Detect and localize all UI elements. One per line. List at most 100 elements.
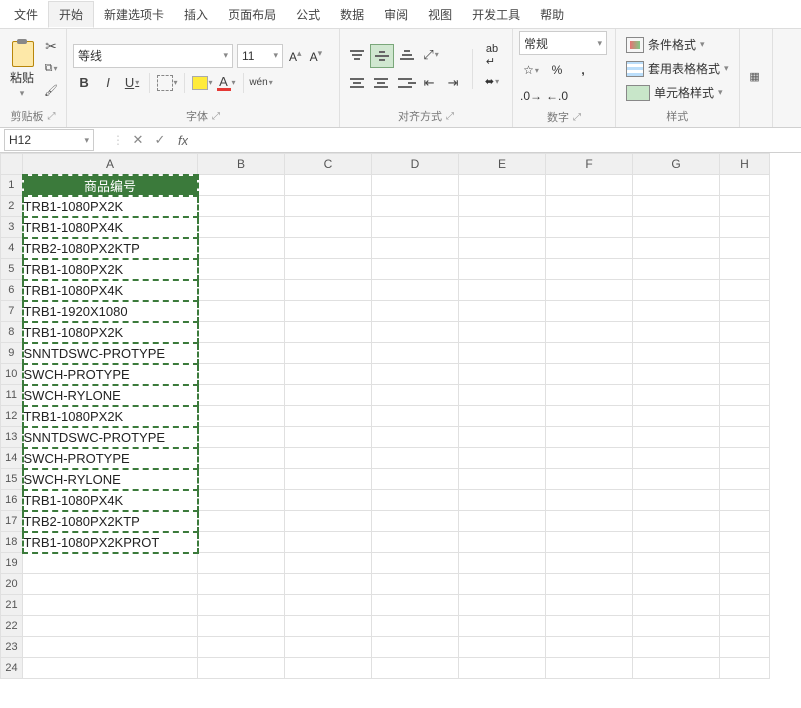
row-header-21[interactable]: 21 — [1, 595, 23, 616]
number-dialog-launcher[interactable]: ⤢ — [573, 112, 581, 123]
orientation-button[interactable]: ⤢▾ — [420, 44, 442, 66]
cell-F5[interactable] — [546, 259, 633, 280]
align-left-button[interactable] — [346, 72, 368, 94]
percent-button[interactable]: % — [545, 59, 569, 81]
cell-A12[interactable]: TRB1-1080PX2K — [23, 406, 198, 427]
cell-B6[interactable] — [198, 280, 285, 301]
cell-F2[interactable] — [546, 196, 633, 217]
border-button[interactable]: ▾ — [156, 72, 178, 94]
cell-A14[interactable]: SWCH-PROTYPE — [23, 448, 198, 469]
cell-E18[interactable] — [459, 532, 546, 553]
cell-B2[interactable] — [198, 196, 285, 217]
cell-C22[interactable] — [285, 616, 372, 637]
align-dialog-launcher[interactable]: ⤢ — [446, 111, 454, 122]
cell-B13[interactable] — [198, 427, 285, 448]
italic-button[interactable]: I — [97, 72, 119, 94]
row-header-9[interactable]: 9 — [1, 343, 23, 364]
cell-A23[interactable] — [23, 637, 198, 658]
cell-F19[interactable] — [546, 553, 633, 574]
cell-G15[interactable] — [633, 469, 720, 490]
cell-F10[interactable] — [546, 364, 633, 385]
cell-D5[interactable] — [372, 259, 459, 280]
row-header-16[interactable]: 16 — [1, 490, 23, 511]
number-format-select[interactable]: 常规▾ — [519, 31, 607, 55]
align-bottom-button[interactable] — [396, 44, 418, 66]
cell-B20[interactable] — [198, 574, 285, 595]
formula-input[interactable] — [188, 130, 801, 150]
cell-H14[interactable] — [720, 448, 770, 469]
cell-C7[interactable] — [285, 301, 372, 322]
cell-E20[interactable] — [459, 574, 546, 595]
cell-H22[interactable] — [720, 616, 770, 637]
copy-button[interactable]: ⧉▾ — [42, 60, 60, 78]
table-format-button[interactable]: 套用表格格式▾ — [622, 58, 733, 80]
tab-insert[interactable]: 插入 — [174, 2, 218, 27]
cell-B23[interactable] — [198, 637, 285, 658]
cell-G18[interactable] — [633, 532, 720, 553]
row-header-23[interactable]: 23 — [1, 637, 23, 658]
decrease-indent-button[interactable]: ⇤ — [418, 72, 440, 94]
row-header-20[interactable]: 20 — [1, 574, 23, 595]
cell-F15[interactable] — [546, 469, 633, 490]
cell-D10[interactable] — [372, 364, 459, 385]
cell-D19[interactable] — [372, 553, 459, 574]
fill-color-button[interactable]: ▾ — [191, 72, 213, 94]
decrease-decimal-button[interactable]: ←.0 — [545, 85, 569, 107]
cell-D8[interactable] — [372, 322, 459, 343]
cell-H3[interactable] — [720, 217, 770, 238]
cell-C19[interactable] — [285, 553, 372, 574]
tab-home[interactable]: 开始 — [48, 1, 94, 28]
align-right-button[interactable] — [394, 72, 416, 94]
cell-A7[interactable]: TRB1-1920X1080 — [23, 301, 198, 322]
cell-D2[interactable] — [372, 196, 459, 217]
col-header-F[interactable]: F — [546, 154, 633, 175]
font-size-select[interactable]: 11▾ — [237, 44, 283, 68]
format-painter-button[interactable]: 🖌 — [42, 82, 60, 100]
cell-E13[interactable] — [459, 427, 546, 448]
cell-F23[interactable] — [546, 637, 633, 658]
cell-G13[interactable] — [633, 427, 720, 448]
merge-button[interactable]: ⬌▾ — [481, 71, 503, 93]
cell-C24[interactable] — [285, 658, 372, 679]
cell-G21[interactable] — [633, 595, 720, 616]
cell-H4[interactable] — [720, 238, 770, 259]
cell-H17[interactable] — [720, 511, 770, 532]
cell-E21[interactable] — [459, 595, 546, 616]
cell-B19[interactable] — [198, 553, 285, 574]
row-header-19[interactable]: 19 — [1, 553, 23, 574]
tab-layout[interactable]: 页面布局 — [218, 2, 286, 27]
cell-A10[interactable]: SWCH-PROTYPE — [23, 364, 198, 385]
cell-D6[interactable] — [372, 280, 459, 301]
cell-E24[interactable] — [459, 658, 546, 679]
cell-C9[interactable] — [285, 343, 372, 364]
cell-F11[interactable] — [546, 385, 633, 406]
increase-decimal-button[interactable]: .0→ — [519, 85, 543, 107]
select-all-corner[interactable] — [1, 154, 23, 175]
cell-E6[interactable] — [459, 280, 546, 301]
cell-G16[interactable] — [633, 490, 720, 511]
cell-G2[interactable] — [633, 196, 720, 217]
cell-C14[interactable] — [285, 448, 372, 469]
cell-D1[interactable] — [372, 175, 459, 196]
cell-D15[interactable] — [372, 469, 459, 490]
row-header-7[interactable]: 7 — [1, 301, 23, 322]
cell-C2[interactable] — [285, 196, 372, 217]
col-header-C[interactable]: C — [285, 154, 372, 175]
cell-C11[interactable] — [285, 385, 372, 406]
cell-A24[interactable] — [23, 658, 198, 679]
cell-D22[interactable] — [372, 616, 459, 637]
cell-A9[interactable]: SNNTDSWC-PROTYPE — [23, 343, 198, 364]
cell-D14[interactable] — [372, 448, 459, 469]
row-header-1[interactable]: 1 — [1, 175, 23, 196]
cell-A15[interactable]: SWCH-RYLONE — [23, 469, 198, 490]
cancel-formula-button[interactable]: ✕ — [130, 132, 146, 148]
col-header-B[interactable]: B — [198, 154, 285, 175]
cell-G3[interactable] — [633, 217, 720, 238]
cell-C15[interactable] — [285, 469, 372, 490]
clipboard-dialog-launcher[interactable]: ⤢ — [48, 111, 56, 122]
cell-C16[interactable] — [285, 490, 372, 511]
cell-D11[interactable] — [372, 385, 459, 406]
increase-font-button[interactable]: A▴ — [287, 48, 304, 64]
tab-formula[interactable]: 公式 — [286, 2, 330, 27]
bold-button[interactable]: B — [73, 72, 95, 94]
